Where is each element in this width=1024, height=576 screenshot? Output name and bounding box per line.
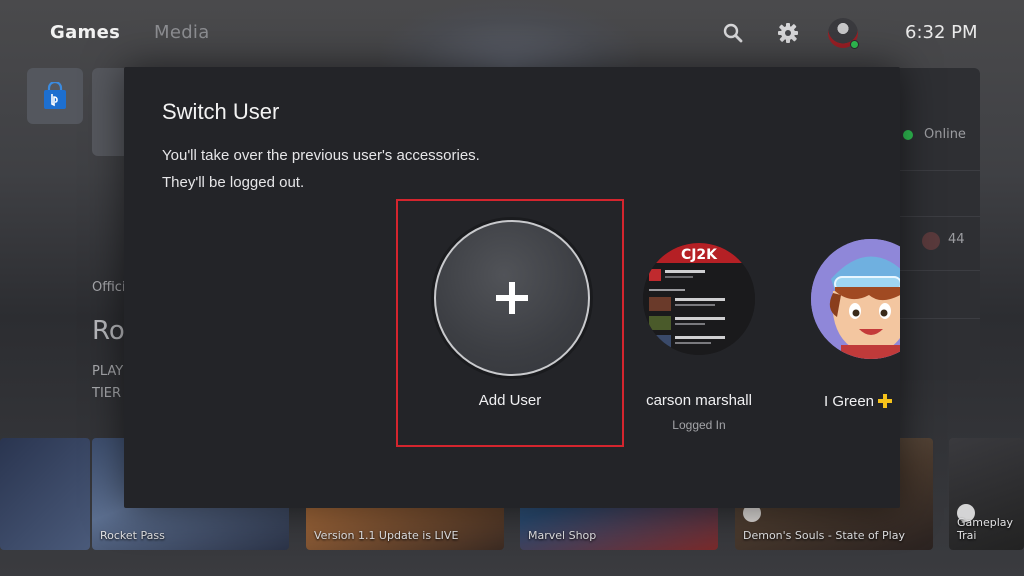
- bg-play-text: PLAY: [92, 364, 124, 379]
- dialog-description-line-2: They'll be logged out.: [162, 174, 305, 191]
- trophy-count: 44: [948, 232, 965, 247]
- tile-gameplay-trailer[interactable]: Gameplay Trai: [949, 438, 1024, 550]
- user-avatar-i-green[interactable]: [811, 239, 900, 359]
- user-status-carson-marshall: Logged In: [672, 418, 726, 432]
- panel-divider: [900, 270, 980, 271]
- online-label: Online: [924, 127, 966, 142]
- panel-divider: [900, 170, 980, 171]
- avatar-image: [811, 239, 900, 359]
- tile-label: Gameplay Trai: [957, 516, 1014, 542]
- panel-divider: [900, 216, 980, 217]
- user-avatar-carson-marshall[interactable]: CJ2K: [643, 243, 755, 355]
- top-navigation: Games Media 6:32 PM: [0, 0, 1024, 66]
- add-user-label: Add User: [478, 392, 542, 409]
- switch-user-dialog: Switch User You'll take over the previou…: [124, 67, 900, 508]
- avatar-image: CJ2K: [643, 243, 755, 355]
- plus-icon: [496, 282, 528, 314]
- panel-divider: [900, 318, 980, 319]
- gear-icon[interactable]: [777, 22, 799, 44]
- user-name-i-green: I Green: [824, 392, 900, 410]
- clock: 6:32 PM: [905, 22, 978, 43]
- add-user-button[interactable]: [434, 220, 590, 376]
- search-icon[interactable]: [722, 22, 744, 44]
- trophy-icon: [922, 232, 940, 250]
- online-status-dot: [850, 40, 859, 49]
- bg-game-title: Ro: [92, 316, 125, 346]
- dialog-title: Switch User: [162, 99, 280, 124]
- tile-partial[interactable]: [0, 438, 90, 550]
- ps-plus-icon: [878, 394, 893, 408]
- friends-panel: [900, 68, 980, 380]
- tile-label: Rocket Pass: [100, 529, 165, 542]
- dialog-description-line-1: You'll take over the previous user's acc…: [162, 147, 480, 164]
- bg-tier-text: TIER: [92, 386, 122, 401]
- store-bag-icon: [44, 82, 66, 109]
- online-indicator: [903, 130, 913, 140]
- tab-media[interactable]: Media: [154, 22, 210, 43]
- tile-label: Demon's Souls - State of Play: [743, 529, 905, 542]
- tab-games[interactable]: Games: [50, 22, 120, 43]
- playstation-store-tile[interactable]: [27, 68, 83, 124]
- user-name-carson-marshall: carson marshall: [646, 392, 752, 409]
- cj-banner-text: CJ2K: [681, 247, 718, 263]
- bg-official-text: Offici: [92, 280, 126, 295]
- user-name-text: I Green: [824, 393, 875, 410]
- tile-label: Version 1.1 Update is LIVE: [314, 529, 459, 542]
- tile-label: Marvel Shop: [528, 529, 597, 542]
